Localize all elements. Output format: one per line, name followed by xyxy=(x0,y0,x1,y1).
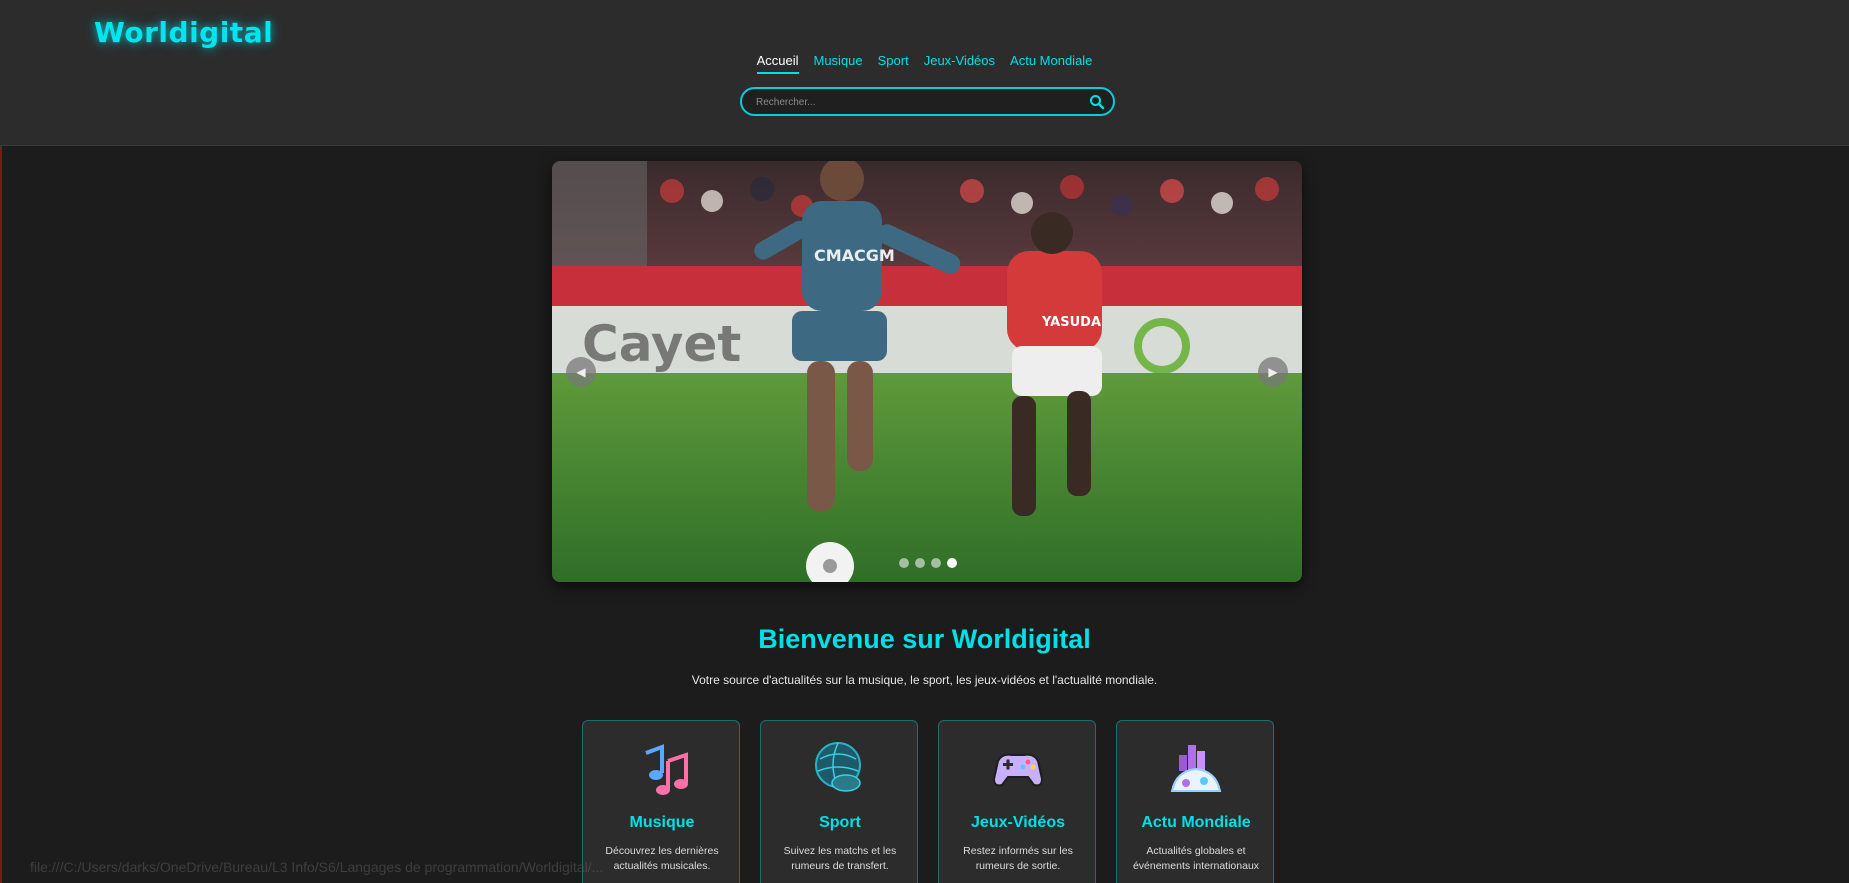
nav-item-jeux-videos[interactable]: Jeux-Vidéos xyxy=(924,53,995,74)
search-input[interactable] xyxy=(756,94,1076,110)
site-header: Worldigital Accueil Musique Sport Jeux-V… xyxy=(0,0,1849,146)
card-title: Actu Mondiale xyxy=(1141,814,1251,831)
hero-carousel[interactable]: Cayet CMACGM YASUDA ◀ ▶ xyxy=(552,161,1302,582)
main-nav: Accueil Musique Sport Jeux-Vidéos Actu M… xyxy=(0,53,1849,74)
carousel-prev-button[interactable]: ◀ xyxy=(566,357,596,387)
card-title: Jeux-Vidéos xyxy=(971,814,1065,831)
card-jeux-videos[interactable]: Jeux-Vidéos Restez informés sur les rume… xyxy=(938,720,1096,883)
card-actu-mondiale[interactable]: Actu Mondiale Actualités globales et évé… xyxy=(1116,720,1274,883)
card-title: Sport xyxy=(819,814,861,831)
carousel-next-button[interactable]: ▶ xyxy=(1258,357,1288,387)
nav-item-accueil[interactable]: Accueil xyxy=(756,53,799,74)
carousel-dot[interactable] xyxy=(915,558,925,568)
status-bar-url: file:///C:/Users/darks/OneDrive/Bureau/L… xyxy=(30,859,604,875)
nav-item-musique[interactable]: Musique xyxy=(814,53,863,74)
card-description: Suivez les matchs et les rumeurs de tran… xyxy=(783,845,897,872)
card-sport[interactable]: Sport Suivez les matchs et les rumeurs d… xyxy=(760,720,918,883)
world-news-icon xyxy=(1170,745,1222,792)
banner-text: Cayet xyxy=(582,315,741,373)
jersey-sponsor-right: YASUDA xyxy=(1041,315,1101,330)
carousel-dot-active[interactable] xyxy=(947,558,957,568)
welcome-title: Bienvenue sur Worldigital xyxy=(758,624,1091,654)
site-logo[interactable]: Worldigital xyxy=(94,16,273,49)
gamepad-icon xyxy=(992,753,1044,787)
carousel-dot[interactable] xyxy=(931,558,941,568)
card-title: Musique xyxy=(629,814,695,831)
card-description: Découvrez les dernières actualités music… xyxy=(605,845,719,872)
card-description: Actualités globales et événements intern… xyxy=(1132,845,1260,872)
search-icon[interactable] xyxy=(1089,94,1105,110)
music-notes-icon xyxy=(645,744,688,795)
welcome-subtitle: Votre source d'actualités sur la musique… xyxy=(691,673,1158,687)
nav-item-sport[interactable]: Sport xyxy=(878,53,909,74)
carousel-dots xyxy=(899,558,957,568)
football-globe-icon xyxy=(815,742,861,792)
category-cards: Musique Découvrez les dernières actualit… xyxy=(582,720,1274,883)
jersey-sponsor-left: CMACGM xyxy=(814,246,895,265)
slide-image-football-match: Cayet CMACGM YASUDA xyxy=(552,161,1302,582)
search-bar xyxy=(740,87,1115,116)
card-musique[interactable]: Musique Découvrez les dernières actualit… xyxy=(582,720,740,883)
nav-item-actu-mondiale[interactable]: Actu Mondiale xyxy=(1010,53,1092,74)
carousel-dot[interactable] xyxy=(899,558,909,568)
card-description: Restez informés sur les rumeurs de sorti… xyxy=(963,845,1073,872)
